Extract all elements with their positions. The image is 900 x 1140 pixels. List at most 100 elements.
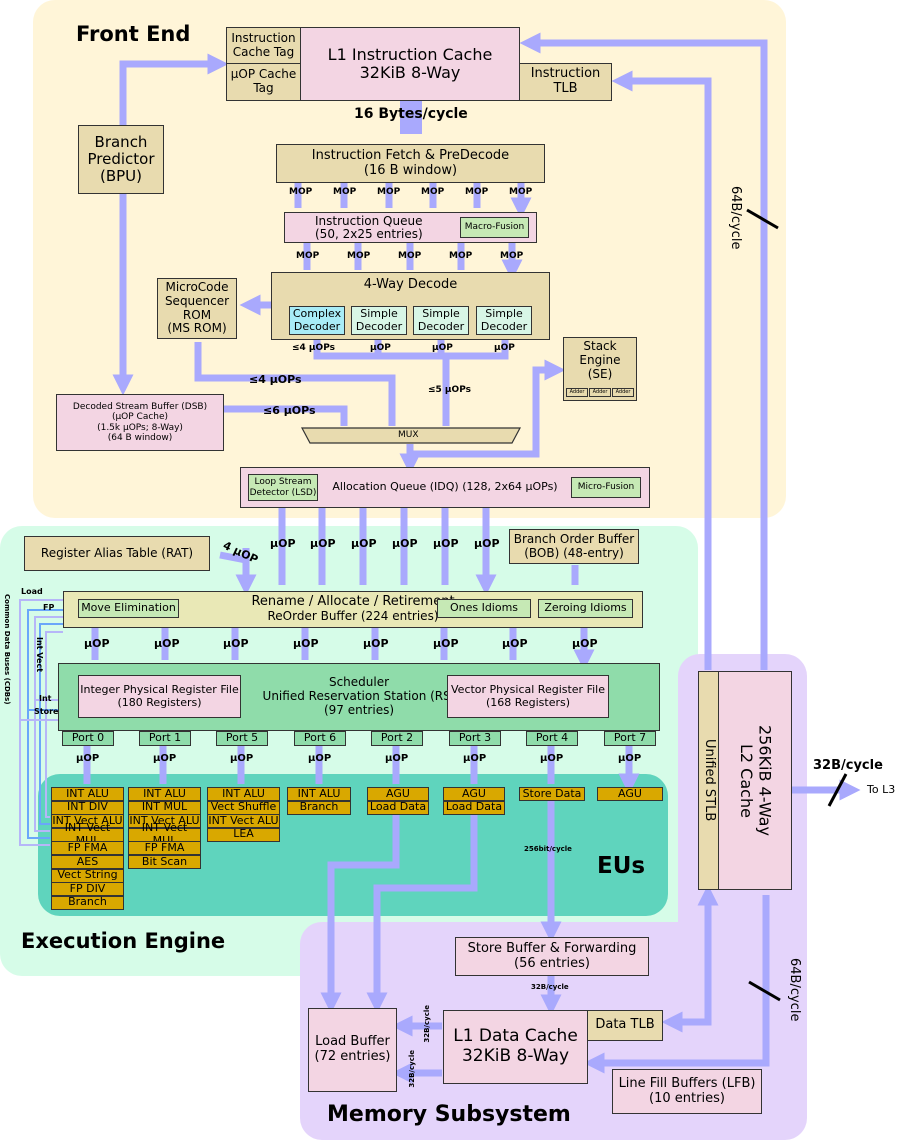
instruction-fetch-predecode: Instruction Fetch & PreDecode (16 B wind… [276,144,545,183]
sb-entries: (56 entries) [514,955,590,971]
cdb-fp-label: FP [43,603,55,612]
rob-title: Rename / Allocate / Retirement [251,594,455,610]
instruction-cache-tag: Instruction Cache Tag [226,27,301,64]
execution-unit: AGU [367,787,429,801]
simple-uop-label: µOP [432,343,453,353]
mop-label: MOP [289,187,313,197]
port-uop-label: µOP [540,753,564,764]
rob-uop-label: µOP [154,637,180,650]
port-7: Port 7 [604,731,656,746]
macro-fusion-label: Macro-Fusion [464,222,525,233]
load-port2-arrow [320,813,400,1014]
data-tlb: Data TLB [587,1010,663,1041]
ones-idioms: Ones Idioms [437,599,531,618]
port-3: Port 6 [294,731,346,746]
execution-unit-label: Load Data [369,800,427,814]
execution-unit-label: FP FMA [67,841,108,855]
dsb-line2: (µOP Cache) [111,412,169,423]
lb-title: Load Buffer [315,1034,390,1050]
front-end-title: Front End [76,22,191,46]
zeroing-idioms: Zeroing Idioms [538,599,633,618]
dtlb-label: Data TLB [595,1017,655,1033]
l1d-title: L1 Data Cache [453,1026,578,1047]
l1i-size: 32KiB 8-Way [359,63,461,82]
port-uop-label: µOP [618,753,642,764]
execution-unit: Bit Scan [128,855,201,869]
execution-engine-title: Execution Engine [21,929,226,953]
sb-rate-label: 32B/cycle [531,983,569,991]
adder-label: Adder [592,388,608,395]
port-5: Port 3 [449,731,501,746]
dsb-uops-label: ≤6 µOPs [263,404,316,417]
decode-title: 4-Way Decode [363,277,458,292]
mop-label: MOP [421,187,445,197]
execution-unit: INT ALU [287,787,351,801]
iq-title: Instruction Queue [315,213,423,228]
rob-uop-label: µOP [293,637,319,650]
adder: Adder [612,388,634,397]
port-uop-label: µOP [385,753,409,764]
execution-unit: Store Data [519,787,585,801]
execution-unit: INT MUL [128,800,201,815]
execution-unit-label: Branch [68,895,107,909]
execution-unit-label: INT ALU [297,786,341,800]
loop-stream-detector: Loop Stream Detector (LSD) [248,474,318,501]
l1d-size: 32KiB 8-Way [461,1046,570,1066]
se-line3: (SE) [587,366,613,381]
sb-title: Store Buffer & Forwarding [467,940,637,956]
execution-unit: FP FMA [128,841,201,856]
bob-line2: (BOB) (48-entry) [524,545,624,560]
port-label: Port 3 [458,731,492,745]
execution-unit: INT ALU [51,787,124,801]
move-elimination: Move Elimination [78,599,179,618]
dsb-line1: Decoded Stream Buffer (DSB) [72,401,208,412]
idq-label: Allocation Queue (IDQ) (128, 2x64 µOPs) [332,480,558,494]
port-to-eu-arrows [83,745,629,784]
port-label: Port 4 [535,731,569,745]
simple-decoder: Simple Decoder [476,306,532,335]
uop-cache-tag: µOP Cache Tag [226,63,301,101]
execution-unit: INT DIV [51,800,124,815]
vector-physical-register-file: Vector Physical Register File (168 Regis… [447,675,609,718]
fetch-title: Instruction Fetch & PreDecode [311,147,510,163]
simple-uop-label: µOP [494,343,515,353]
port-6: Port 4 [526,731,578,746]
instruction-tlb: Instruction TLB [519,63,612,101]
port-1: Port 1 [139,731,191,746]
micro-fusion-label: Micro-Fusion [577,482,635,493]
rat-label: Register Alias Table (RAT) [40,545,194,560]
msrom-uops-label: ≤4 µOPs [249,373,302,386]
move-elim-label: Move Elimination [81,601,176,615]
microcode-sequencer-rom: MicroCode Sequencer ROM (MS ROM) [157,278,237,339]
port-uop-label: µOP [463,753,487,764]
execution-unit: Vect String [51,868,124,883]
execution-unit-label: FP FMA [144,841,185,855]
memory-subsystem-title: Memory Subsystem [327,1102,571,1127]
execution-unit-label: AGU [386,786,410,800]
execution-unit-label: AGU [618,786,642,800]
idq-uop-label: µOP [433,537,459,550]
port-label: Port 7 [613,731,647,745]
rob-uop-label: µOP [84,637,110,650]
load-buffer: Load Buffer (72 entries) [308,1008,397,1092]
stlb-to-dtlb-arrow [661,895,712,1033]
execution-unit-label: AES [76,854,99,868]
iq-entries: (50, 2x25 entries) [315,226,423,241]
icache-tag-label: Instruction Cache Tag [231,30,296,59]
execution-unit-label: LEA [233,827,254,841]
execution-unit-label: Branch [299,800,339,814]
int-prf-title: Integer Physical Register File [80,682,239,696]
bob-line1: Branch Order Buffer [513,531,635,546]
l3-rate-label: 32B/cycle [813,758,883,773]
load-rate-label-b: 32B/cycle [408,1050,416,1088]
execution-unit-label: Load Data [445,800,503,814]
cdb-intvect-label: Int Vect [35,637,44,673]
execution-unit: Branch [51,895,124,910]
store-buffer-forwarding: Store Buffer & Forwarding (56 entries) [455,937,649,976]
execution-unit: AGU [597,787,663,801]
eus-title: EUs [597,853,646,879]
mop-label: MOP [296,251,320,261]
execution-unit-label: Bit Scan [141,854,188,868]
port-uop-label: µOP [153,753,177,764]
execution-unit: Branch [287,800,351,815]
